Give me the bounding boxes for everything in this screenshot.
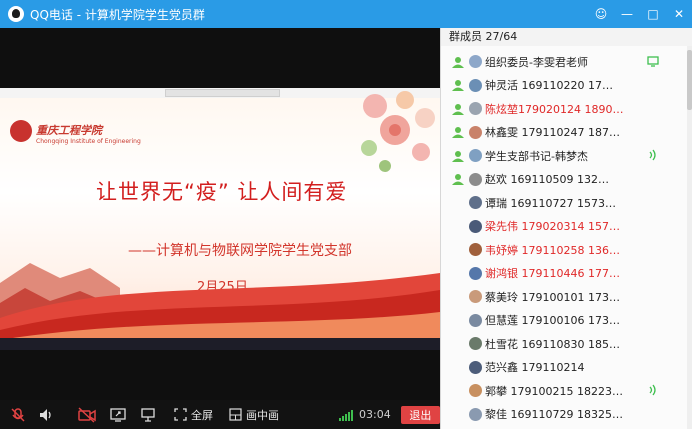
mic-off-icon <box>11 407 25 422</box>
member-row[interactable]: 黎佳 169110729 18325… <box>441 403 687 426</box>
speaker-icon <box>40 408 51 421</box>
flower-decoration-icon <box>361 91 435 172</box>
user-status-icon <box>452 80 464 91</box>
maximize-button[interactable]: □ <box>640 7 666 21</box>
avatar <box>469 243 482 256</box>
member-name: 林鑫雯 179110247 187… <box>485 126 620 139</box>
user-status-icon <box>452 150 464 162</box>
mute-mic-button[interactable] <box>10 400 26 429</box>
member-list-scrollbar[interactable] <box>687 46 692 429</box>
member-row[interactable]: 谢鸿银 179110446 177… <box>441 262 687 285</box>
member-row[interactable]: 杜雪花 169110830 185… <box>441 332 687 355</box>
avatar <box>469 313 482 327</box>
fullscreen-icon <box>174 408 187 421</box>
close-button[interactable]: ✕ <box>666 7 692 21</box>
user-status-icon <box>452 56 464 68</box>
member-name: 范兴鑫 179110214 <box>485 361 585 374</box>
member-row[interactable]: 韦妤婷 179110258 136… <box>441 238 687 261</box>
scrollbar-thumb[interactable] <box>687 50 692 110</box>
member-name: 梁先伟 179020314 157… <box>485 220 620 233</box>
call-timer: 03:04 <box>359 408 391 421</box>
presentation-icon <box>141 407 155 422</box>
avatar <box>469 78 482 92</box>
avatar <box>469 55 482 68</box>
share-screen-icon <box>110 407 126 422</box>
member-name: 学生支部书记-韩梦杰 <box>485 149 588 163</box>
member-row[interactable]: 范兴鑫 179110214 <box>441 356 687 379</box>
member-panel: 群成员 27/64 组织委员-李雯君老师钟灵活 169110220 17… 陈炫堃… <box>440 28 692 429</box>
member-name: 谢鸿银 179110446 177… <box>485 267 620 280</box>
school-name: 重庆工程学院 <box>36 124 102 136</box>
speaking-icon <box>649 149 656 161</box>
member-row[interactable]: 陈炫堃179020124 1890… <box>441 97 687 120</box>
slide-subtitle: ——计算机与物联网学院学生党支部 <box>128 243 352 259</box>
member-name: 陈炫堃179020124 1890… <box>485 102 624 116</box>
avatar <box>469 360 482 374</box>
member-count-header: 群成员 27/64 <box>441 28 692 46</box>
avatar <box>469 337 482 350</box>
picture-in-picture-button[interactable]: 画中画 <box>229 400 279 429</box>
qq-logo-icon <box>8 6 24 22</box>
avatar <box>469 266 482 280</box>
member-name: 钟灵活 169110220 17… <box>485 79 613 92</box>
member-name: 韦妤婷 179110258 136… <box>485 243 620 257</box>
member-name: 黎佳 169110729 18325… <box>485 408 623 421</box>
member-row[interactable]: 学生支部书记-韩梦杰 <box>441 144 687 167</box>
presentation-button[interactable] <box>140 400 156 429</box>
member-row[interactable]: 梁先伟 179020314 157… <box>441 215 687 238</box>
school-logo-icon <box>10 120 32 142</box>
signal-strength-icon <box>339 400 355 429</box>
member-row[interactable]: 钟灵活 169110220 17… <box>441 74 687 97</box>
user-status-icon <box>452 103 464 115</box>
share-screen-button[interactable] <box>110 400 126 429</box>
avatar <box>469 196 482 209</box>
avatar <box>469 407 482 421</box>
speaker-button[interactable] <box>38 400 54 429</box>
emoji-icon[interactable]: ☺ <box>588 7 614 21</box>
member-row[interactable]: 蔡美玲 179100101 173… <box>441 285 687 308</box>
screen-sharing-icon <box>647 56 659 67</box>
windows-taskbar <box>0 338 440 350</box>
user-status-icon <box>452 174 464 185</box>
member-name: 谭瑞 169110727 1573… <box>485 196 616 210</box>
member-name: 郭攀 179100215 18223… <box>485 384 623 398</box>
picture-in-picture-icon <box>229 408 242 421</box>
member-row[interactable]: 郭攀 179100215 18223… <box>441 379 687 402</box>
user-status-icon <box>452 127 464 138</box>
member-name: 杜雪花 169110830 185… <box>485 337 620 351</box>
member-name: 赵欢 169110509 132… <box>485 173 609 186</box>
member-row[interactable]: 赵欢 169110509 132… <box>441 168 687 191</box>
avatar <box>469 384 482 397</box>
avatar <box>469 102 482 115</box>
avatar <box>469 219 482 233</box>
member-name: 蔡美玲 179100101 173… <box>485 290 620 304</box>
member-row[interactable]: 但慧莲 179100106 173… <box>441 309 687 332</box>
avatar <box>469 290 482 303</box>
shared-screen-slide: 重庆工程学院 Chongqing Institute of Engineerin… <box>0 88 440 350</box>
avatar <box>469 172 482 186</box>
call-toolbar: 全屏 画中画 03:04 退出 <box>0 400 440 429</box>
exit-call-button[interactable]: 退出 <box>400 405 440 424</box>
picture-in-picture-label: 画中画 <box>246 408 279 422</box>
video-area[interactable]: 重庆工程学院 Chongqing Institute of Engineerin… <box>0 28 440 400</box>
member-row[interactable]: 组织委员-李雯君老师 <box>441 50 687 73</box>
title-bar: QQ电话 - 计算机学院学生党员群 ☺ — □ ✕ <box>0 0 692 28</box>
minimize-button[interactable]: — <box>614 7 640 21</box>
avatar <box>469 125 482 139</box>
member-name: 但慧莲 179100106 173… <box>485 314 620 327</box>
slide-main-title: 让世界无“疫” 让人间有爱 <box>96 180 348 204</box>
camera-off-icon <box>78 406 96 423</box>
fullscreen-button[interactable]: 全屏 <box>174 400 213 429</box>
camera-off-button[interactable] <box>78 400 96 429</box>
member-name: 组织委员-李雯君老师 <box>485 55 588 69</box>
fullscreen-label: 全屏 <box>191 408 213 422</box>
school-english-name: Chongqing Institute of Engineering <box>36 138 141 145</box>
window-title: QQ电话 - 计算机学院学生党员群 <box>30 7 205 22</box>
member-row[interactable]: 谭瑞 169110727 1573… <box>441 191 687 214</box>
member-row[interactable]: 林鑫雯 179110247 187… <box>441 121 687 144</box>
avatar <box>469 149 482 162</box>
speaking-icon <box>649 384 656 396</box>
